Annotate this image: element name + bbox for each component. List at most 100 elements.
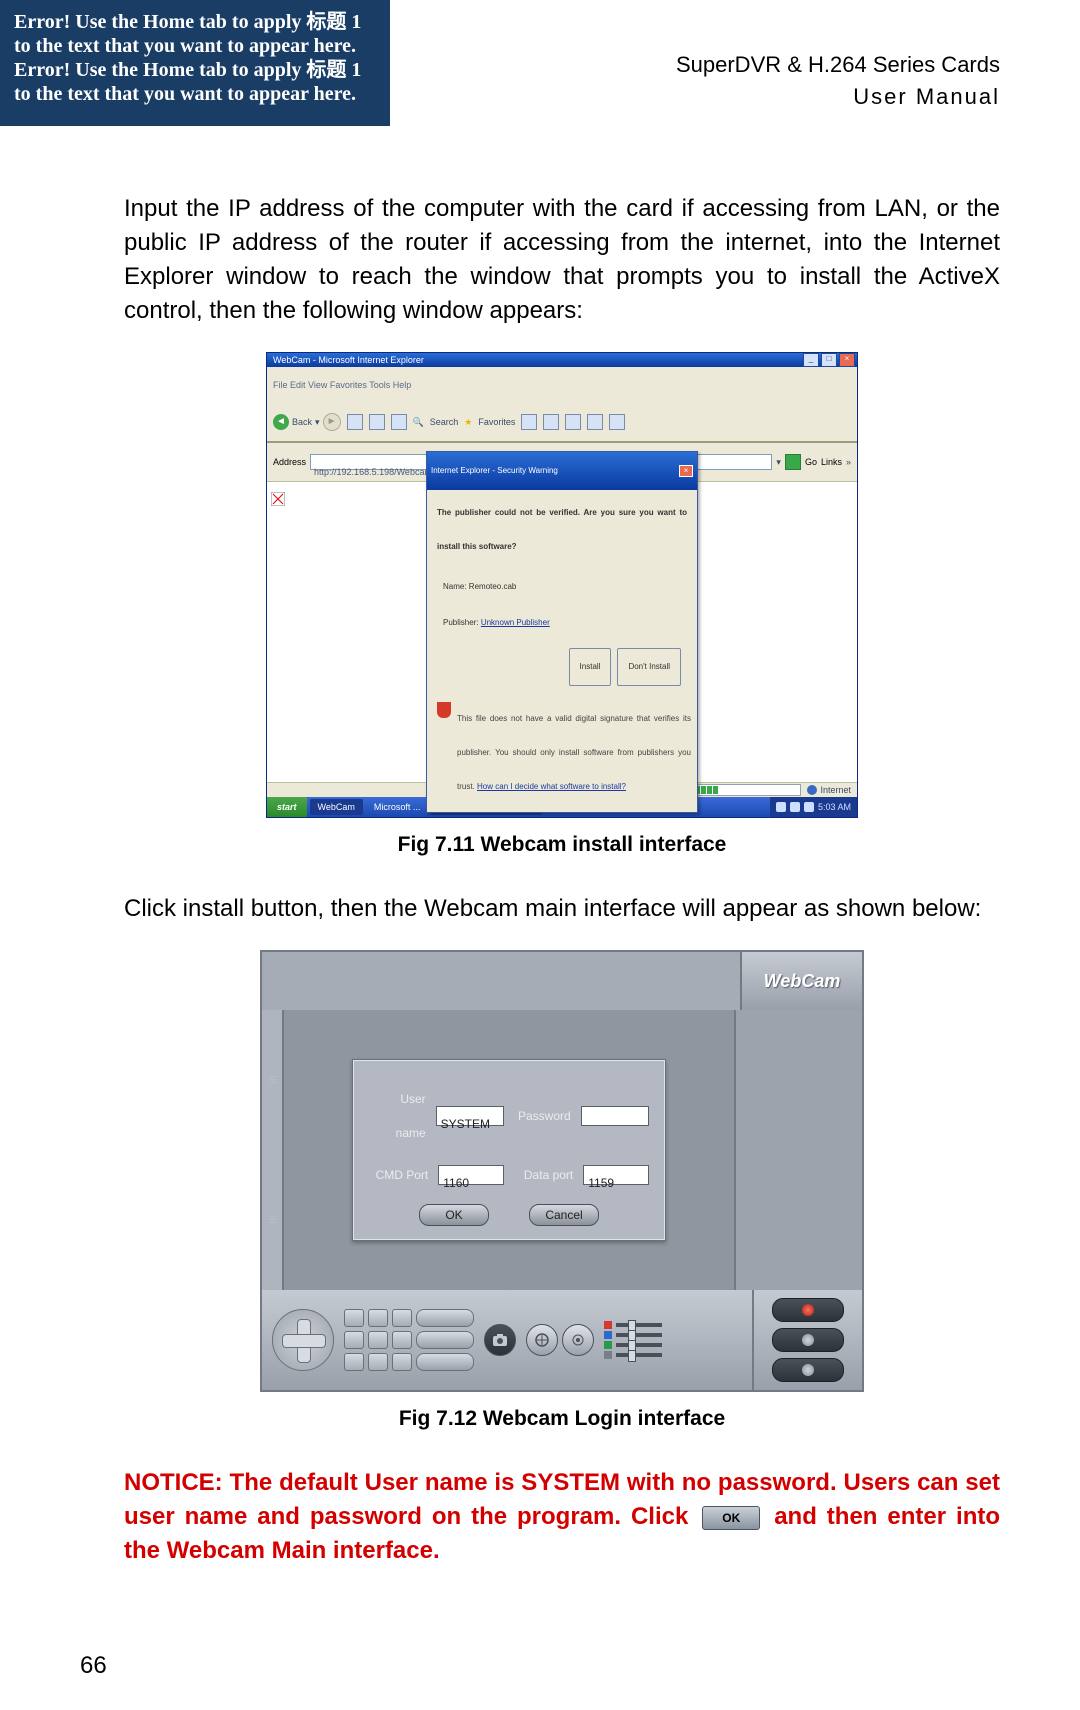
app-top-panel [262,952,742,1010]
minimize-button[interactable]: _ [803,353,819,367]
sliders [604,1321,662,1359]
grip-icon[interactable]: ||| [262,1150,282,1290]
ptz-control[interactable] [272,1309,334,1371]
snapshot-button[interactable] [484,1324,516,1356]
password-input[interactable] [581,1106,649,1126]
tray-icon[interactable] [790,802,800,812]
ie-viewport: Internet Explorer - Security Warning × T… [267,482,857,782]
username-input[interactable]: SYSTEM [436,1106,504,1126]
discuss-icon[interactable] [609,414,625,430]
layout-4[interactable] [368,1331,388,1349]
cmdport-input[interactable]: 1160 [438,1165,504,1185]
security-publisher-value: Unknown Publisher [481,618,550,627]
tray-clock: 5:03 AM [818,790,851,824]
install-button[interactable]: Install [569,648,612,686]
forward-button[interactable]: ► [323,413,341,431]
links-label[interactable]: Links [821,445,842,479]
paragraph-1: Input the IP address of the computer wit… [124,192,1000,328]
preset-3[interactable] [416,1353,474,1371]
right-button-panel [752,1290,862,1390]
led-icon [604,1331,612,1339]
security-name-value: Remoteo.cab [469,582,517,591]
mail-icon[interactable] [543,414,559,430]
audio-button[interactable] [562,1324,594,1356]
dialog-close-button[interactable]: × [679,465,693,477]
login-dialog: User name SYSTEM Password CMD Port 1160 … [352,1059,666,1241]
led-icon [604,1341,612,1349]
security-warning-dialog: Internet Explorer - Security Warning × T… [426,451,698,813]
left-bar: ||| ||| [262,1010,284,1290]
edit-icon[interactable] [587,414,603,430]
security-warning-message: The publisher could not be verified. Are… [437,508,687,551]
system-tray[interactable]: 5:03 AM [770,797,857,817]
header-error-text: Error! Use the Home tab to apply 标题 1 to… [0,0,390,126]
notice-text: NOTICE: The default User name is SYSTEM … [124,1466,1000,1568]
print-icon[interactable] [565,414,581,430]
slider-1[interactable] [616,1323,662,1327]
ptz-horz[interactable] [282,1334,326,1348]
layout-9[interactable] [368,1353,388,1371]
grip-icon[interactable]: ||| [262,1010,282,1150]
page-header: Error! Use the Home tab to apply 标题 1 to… [0,0,1080,126]
password-label: Password [514,1099,571,1133]
right-panel [736,1010,862,1290]
favorites-label[interactable]: Favorites [478,405,515,439]
ie-title-bar: WebCam - Microsoft Internet Explorer _ □… [267,353,857,367]
preset-2[interactable] [416,1331,474,1349]
security-footer-link[interactable]: How can I decide what software to instal… [477,782,626,791]
ch-prev-3[interactable] [344,1353,364,1371]
security-warning-title: Internet Explorer - Security Warning [431,454,558,488]
shield-icon [437,702,451,718]
security-footer-text: This file does not have a valid digital … [457,714,691,791]
slider-3[interactable] [616,1343,662,1347]
start-button[interactable]: start [267,797,307,817]
tray-icon[interactable] [776,802,786,812]
rec-button[interactable] [772,1298,844,1322]
ch-next-3[interactable] [392,1353,412,1371]
refresh-icon[interactable] [369,414,385,430]
taskbar-task[interactable]: Microsoft ... [366,799,429,815]
cancel-button[interactable]: Cancel [529,1204,599,1226]
video-area: User name SYSTEM Password CMD Port 1160 … [284,1010,736,1290]
ie-menu-bar[interactable]: File Edit View Favorites Tools Help [267,367,857,403]
close-button[interactable]: × [839,353,855,367]
ie-window: WebCam - Microsoft Internet Explorer _ □… [266,352,858,818]
record-button[interactable] [526,1324,558,1356]
dataport-input[interactable]: 1159 [583,1165,649,1185]
back-button[interactable]: ◄ [273,414,289,430]
history-icon[interactable] [521,414,537,430]
play-button[interactable] [772,1328,844,1352]
layout-1[interactable] [368,1309,388,1327]
tray-icon[interactable] [804,802,814,812]
security-name-label: Name: [443,582,467,591]
go-button[interactable] [785,454,801,470]
back-label: Back [292,405,312,439]
ch-prev[interactable] [344,1309,364,1327]
inline-ok-button: OK [702,1506,760,1530]
search-label[interactable]: Search [430,405,459,439]
dataport-label: Data port [514,1158,573,1192]
page-number: 66 [0,1612,1080,1710]
ie-toolbar: ◄ Back ▾ ► 🔍 Search ★ Favorites [267,403,857,443]
ch-next[interactable] [392,1309,412,1327]
dont-install-button[interactable]: Don't Install [617,648,681,686]
stop-icon[interactable] [347,414,363,430]
ch-prev-2[interactable] [344,1331,364,1349]
ok-button[interactable]: OK [419,1204,489,1226]
slider-4[interactable] [616,1353,662,1357]
broken-image-icon [271,486,285,520]
slider-2[interactable] [616,1333,662,1337]
preset-1[interactable] [416,1309,474,1327]
progress-bar [687,784,801,796]
doc-type: User Manual [853,84,1000,110]
taskbar-task[interactable]: WebCam [310,799,363,815]
product-title: SuperDVR & H.264 Series Cards [676,52,1000,78]
globe-icon [807,785,817,795]
ch-next-2[interactable] [392,1331,412,1349]
paragraph-2: Click install button, then the Webcam ma… [124,892,1000,926]
maximize-button[interactable]: □ [821,353,837,367]
home-icon[interactable] [391,414,407,430]
webcam-app: WebCam ||| ||| User name SYSTEM Password [260,950,864,1392]
stop-button[interactable] [772,1358,844,1382]
username-label: User name [369,1082,426,1150]
